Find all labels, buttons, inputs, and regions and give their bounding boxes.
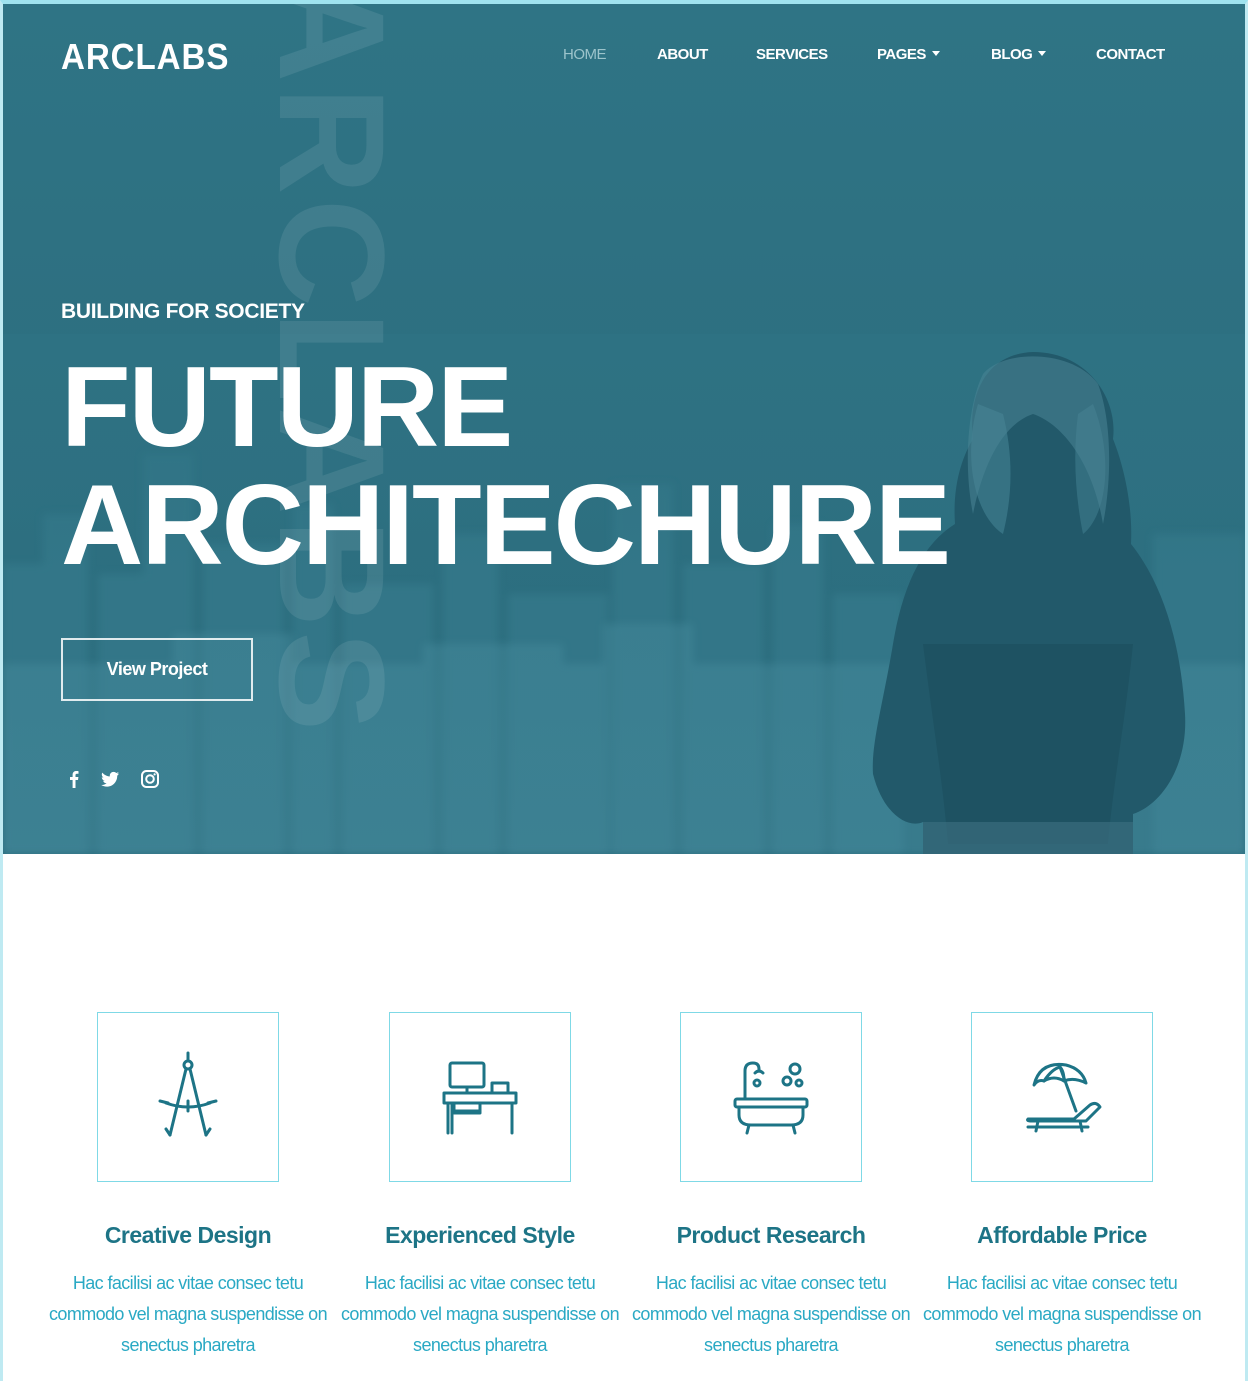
hero-headline-line1: FUTURE	[61, 344, 513, 471]
nav-home[interactable]: HOME	[563, 46, 607, 63]
feature-icon-box	[97, 1012, 279, 1182]
hero-eyebrow: BUILDING FOR SOCIETY	[61, 300, 305, 323]
feature-title: Experienced Style	[385, 1222, 575, 1248]
nav-services[interactable]: SERVICES	[756, 46, 828, 63]
nav-blog-label: BLOG	[991, 46, 1033, 63]
feature-title: Product Research	[676, 1222, 866, 1248]
feature-description: Hac facilisi ac vitae consec tetu commod…	[49, 1273, 328, 1355]
hero-headline-line2: ARCHITECHURE	[61, 462, 951, 589]
twitter-icon[interactable]	[99, 768, 121, 790]
sunbed-umbrella-icon	[1026, 1062, 1102, 1133]
facebook-icon[interactable]	[63, 768, 85, 790]
nav-pages-label: PAGES	[877, 46, 926, 63]
desk-computer-icon	[442, 1061, 518, 1135]
chevron-down-icon	[931, 51, 940, 56]
hero-headline: FUTURE ARCHITECHURE	[61, 344, 951, 589]
feature-description: Hac facilisi ac vitae consec tetu commod…	[632, 1273, 911, 1355]
nav-pages[interactable]: PAGES	[877, 46, 940, 63]
feature-description: Hac facilisi ac vitae consec tetu commod…	[341, 1273, 620, 1355]
feature-title: Creative Design	[104, 1222, 272, 1248]
hero-section: ARCLABS ARCLABS HOME ABOUT SERVICES PAGE…	[3, 4, 1245, 854]
compass-icon	[158, 1051, 218, 1137]
nav-contact[interactable]: CONTACT	[1096, 46, 1165, 63]
feature-title: Affordable Price	[977, 1222, 1147, 1248]
main-nav: HOME ABOUT SERVICES PAGES BLOG CONTACT	[3, 46, 1245, 70]
bathtub-icon	[733, 1061, 809, 1135]
nav-blog[interactable]: BLOG	[991, 46, 1047, 63]
feature-icon-box	[389, 1012, 571, 1182]
feature-icon-box	[680, 1012, 862, 1182]
chevron-down-icon	[1038, 51, 1047, 56]
nav-about[interactable]: ABOUT	[657, 46, 708, 63]
feature-icon-box	[971, 1012, 1153, 1182]
feature-description: Hac facilisi ac vitae consec tetu commod…	[923, 1273, 1202, 1355]
view-project-button[interactable]: View Project	[61, 638, 253, 701]
instagram-icon[interactable]	[139, 768, 161, 790]
